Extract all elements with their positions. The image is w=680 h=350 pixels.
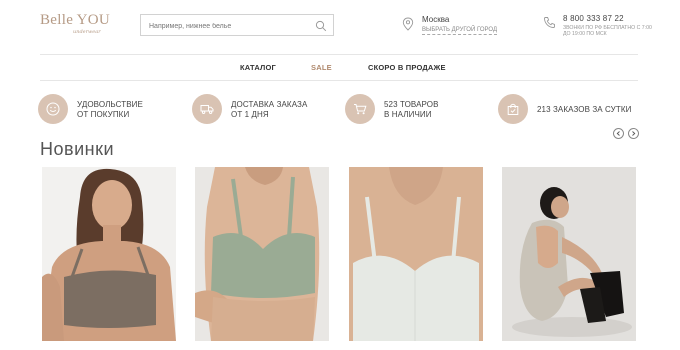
location-pin-icon xyxy=(402,17,414,31)
city-name: Москва xyxy=(422,15,450,24)
product-card[interactable] xyxy=(502,167,636,341)
product-card[interactable] xyxy=(42,167,176,341)
nav-item-coming-soon[interactable]: СКОРО В ПРОДАЖЕ xyxy=(368,63,446,72)
product-image xyxy=(195,167,329,341)
search-box xyxy=(140,14,334,37)
product-image xyxy=(349,167,483,341)
chevron-left-icon[interactable] xyxy=(613,128,624,139)
main-nav: КАТАЛОГ SALE СКОРО В ПРОДАЖЕ xyxy=(0,63,680,75)
truck-icon xyxy=(200,105,214,115)
feature-text: УДОВОЛЬСТВИЕ ОТ ПОКУПКИ xyxy=(77,100,143,119)
feature-icon-circle xyxy=(38,94,68,124)
phone-block: 8 800 333 87 22 ЗВОНКИ ПО РФ БЕСПЛАТНО С… xyxy=(543,13,663,39)
feature-stock: 523 ТОВАРОВ В НАЛИЧИИ xyxy=(345,94,485,126)
nav-item-catalog[interactable]: КАТАЛОГ xyxy=(240,63,276,72)
smile-icon xyxy=(46,102,60,116)
logo-subtext: underwear xyxy=(73,29,101,35)
feature-pleasure: УДОВОЛЬСТВИЕ ОТ ПОКУПКИ xyxy=(38,94,178,126)
nav-item-sale[interactable]: SALE xyxy=(311,63,332,72)
product-card[interactable] xyxy=(349,167,483,341)
product-image xyxy=(42,167,176,341)
feature-text: 213 ЗАКАЗОВ ЗА СУТКИ xyxy=(537,105,632,114)
feature-orders: 213 ЗАКАЗОВ ЗА СУТКИ xyxy=(498,94,648,126)
feature-delivery: ДОСТАВКА ЗАКАЗА ОТ 1 ДНЯ xyxy=(192,94,332,126)
feature-text: ДОСТАВКА ЗАКАЗА ОТ 1 ДНЯ xyxy=(231,100,308,119)
phone-icon xyxy=(543,16,556,29)
section-title: Новинки xyxy=(40,139,114,159)
logo[interactable]: Belle YOU underwear xyxy=(40,12,120,35)
carousel-arrows xyxy=(613,128,641,140)
bag-icon xyxy=(507,103,519,115)
divider xyxy=(40,54,638,55)
feature-icon-circle xyxy=(192,94,222,124)
change-city-link[interactable]: ВЫБРАТЬ ДРУГОЙ ГОРОД xyxy=(422,27,498,35)
logo-text: Belle YOU xyxy=(40,12,111,28)
feature-text: 523 ТОВАРОВ В НАЛИЧИИ xyxy=(384,100,439,119)
feature-icon-circle xyxy=(345,94,375,124)
divider xyxy=(40,80,638,81)
chevron-right-icon[interactable] xyxy=(628,128,639,139)
city-selector: Москва ВЫБРАТЬ ДРУГОЙ ГОРОД xyxy=(402,14,512,38)
phone-number[interactable]: 8 800 333 87 22 xyxy=(563,14,624,23)
product-card[interactable] xyxy=(195,167,329,341)
search-input[interactable] xyxy=(141,16,311,37)
feature-icon-circle xyxy=(498,94,528,124)
search-icon[interactable] xyxy=(315,19,327,32)
product-image xyxy=(502,167,636,341)
phone-note: ЗВОНКИ ПО РФ БЕСПЛАТНО С 7:00 ДО 19:00 П… xyxy=(563,25,652,37)
cart-icon xyxy=(354,104,367,115)
